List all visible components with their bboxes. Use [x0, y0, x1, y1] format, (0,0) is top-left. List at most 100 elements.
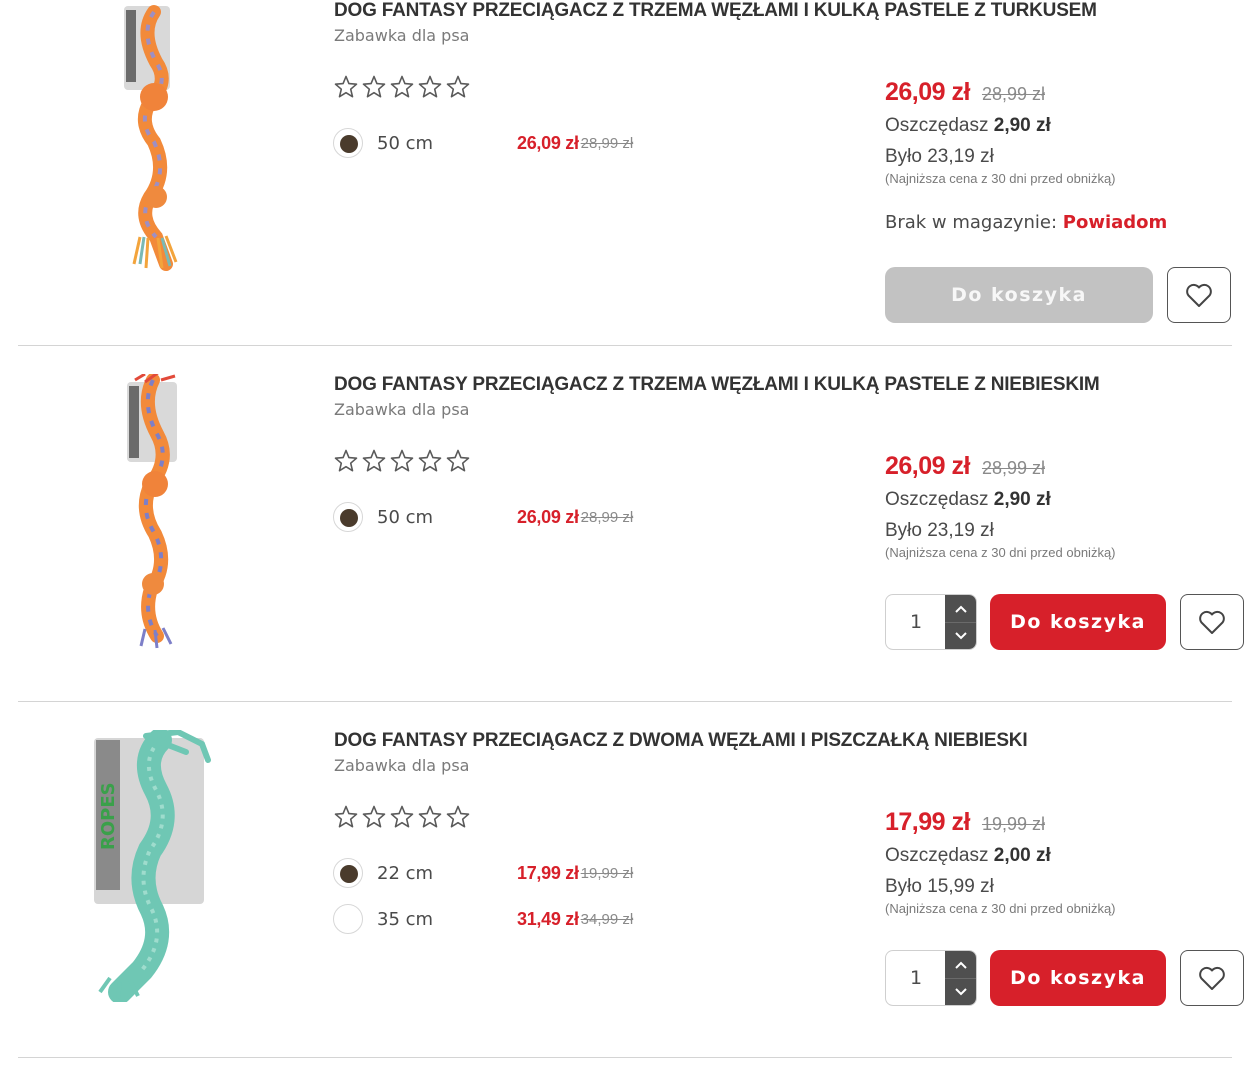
wishlist-button[interactable] [1180, 950, 1244, 1006]
variant-old-price: 28,99 zł [580, 134, 634, 152]
old-price: 19,99 zł [981, 814, 1045, 834]
variant-price: 31,49 zł [517, 908, 579, 929]
product-card: ROPES DOG FANTASY PRZECIĄGACZ Z DWOMA WĘ… [0, 702, 1250, 1058]
quantity-decrease-button[interactable] [945, 622, 976, 649]
savings-value: 2,90 zł [993, 115, 1051, 136]
quantity-input[interactable] [886, 595, 946, 649]
rating-stars[interactable] [333, 74, 471, 100]
current-price: 26,09 zł [885, 78, 970, 106]
savings-text: Oszczędasz 2,00 zł [885, 845, 1245, 867]
star-outline-icon[interactable] [361, 448, 387, 474]
variant-size: 50 cm [377, 132, 434, 154]
star-outline-icon[interactable] [417, 74, 443, 100]
variant-radio[interactable] [333, 502, 363, 532]
variant-radio[interactable] [333, 128, 363, 158]
savings-text: Oszczędasz 2,90 zł [885, 489, 1245, 511]
previous-price: Było 23,19 zł [885, 146, 994, 167]
quantity-decrease-button[interactable] [945, 978, 976, 1005]
previous-price: Było 15,99 zł [885, 876, 994, 897]
heart-outline-icon [1186, 283, 1212, 307]
chevron-up-icon [955, 605, 967, 613]
savings-value: 2,90 zł [993, 489, 1051, 510]
star-outline-icon[interactable] [333, 74, 359, 100]
star-outline-icon[interactable] [417, 804, 443, 830]
add-to-cart-button[interactable]: Do koszyka [990, 950, 1166, 1006]
variant-price: 26,09 zł [517, 506, 579, 527]
heart-outline-icon [1199, 610, 1225, 634]
variant-option[interactable]: 50 cm 26,09 zł 28,99 zł [333, 126, 693, 160]
variant-option[interactable]: 35 cm 31,49 zł 34,99 zł [333, 902, 693, 936]
variant-price: 17,99 zł [517, 862, 579, 883]
star-outline-icon[interactable] [389, 448, 415, 474]
chevron-up-icon [955, 961, 967, 969]
variant-price: 26,09 zł [517, 132, 579, 153]
stock-status: Brak w magazynie: Powiadom [885, 212, 1245, 233]
quantity-increase-button[interactable] [945, 951, 976, 978]
variant-old-price: 28,99 zł [580, 508, 634, 526]
product-title[interactable]: DOG FANTASY PRZECIĄGACZ Z TRZEMA WĘZŁAMI… [334, 0, 1097, 22]
star-outline-icon[interactable] [445, 74, 471, 100]
variant-old-price: 34,99 zł [580, 910, 634, 928]
price-block: 17,99 zł 19,99 zł Oszczędasz 2,00 zł Było… [885, 808, 1245, 916]
variant-option[interactable]: 22 cm 17,99 zł 19,99 zł [333, 856, 693, 890]
variant-radio[interactable] [333, 858, 363, 888]
chevron-down-icon [955, 988, 967, 996]
savings-label: Oszczędasz [885, 115, 989, 136]
product-title[interactable]: DOG FANTASY PRZECIĄGACZ Z TRZEMA WĘZŁAMI… [334, 374, 1100, 396]
quantity-input[interactable] [886, 951, 946, 1005]
current-price: 17,99 zł [885, 808, 970, 836]
savings-label: Oszczędasz [885, 489, 989, 510]
star-outline-icon[interactable] [445, 448, 471, 474]
star-outline-icon[interactable] [333, 804, 359, 830]
lowest-price-note: (Najniższa cena z 30 dni przed obniżką) [885, 901, 1116, 916]
chevron-down-icon [955, 632, 967, 640]
variant-size: 22 cm [377, 862, 434, 884]
lowest-price-note: (Najniższa cena z 30 dni przed obniżką) [885, 545, 1116, 560]
product-subtitle: Zabawka dla psa [334, 400, 470, 419]
svg-text:ROPES: ROPES [98, 782, 119, 850]
add-to-cart-button[interactable]: Do koszyka [885, 267, 1153, 323]
notify-link[interactable]: Powiadom [1063, 212, 1168, 233]
variant-option[interactable]: 50 cm 26,09 zł 28,99 zł [333, 500, 693, 534]
divider [18, 1057, 1232, 1058]
star-outline-icon[interactable] [361, 74, 387, 100]
current-price: 26,09 zł [885, 452, 970, 480]
savings-text: Oszczędasz 2,90 zł [885, 115, 1245, 137]
variant-size: 50 cm [377, 506, 434, 528]
quantity-increase-button[interactable] [945, 595, 976, 622]
product-image[interactable]: ROPES [90, 730, 220, 1002]
product-subtitle: Zabawka dla psa [334, 756, 470, 775]
star-outline-icon[interactable] [417, 448, 443, 474]
lowest-price-note: (Najniższa cena z 30 dni przed obniżką) [885, 171, 1116, 186]
wishlist-button[interactable] [1180, 594, 1244, 650]
product-card: DOG FANTASY PRZECIĄGACZ Z TRZEMA WĘZŁAMI… [0, 0, 1250, 346]
product-title[interactable]: DOG FANTASY PRZECIĄGACZ Z DWOMA WĘZŁAMI … [334, 730, 1028, 752]
product-image[interactable] [115, 374, 195, 649]
variant-radio[interactable] [333, 904, 363, 934]
variant-size: 35 cm [377, 908, 434, 930]
star-outline-icon[interactable] [333, 448, 359, 474]
old-price: 28,99 zł [981, 84, 1045, 104]
variant-old-price: 19,99 zł [580, 864, 634, 882]
star-outline-icon[interactable] [445, 804, 471, 830]
stock-label: Brak w magazynie: [885, 212, 1058, 233]
wishlist-button[interactable] [1167, 267, 1231, 323]
star-outline-icon[interactable] [361, 804, 387, 830]
rating-stars[interactable] [333, 448, 471, 474]
previous-price: Było 23,19 zł [885, 520, 994, 541]
old-price: 28,99 zł [981, 458, 1045, 478]
rating-stars[interactable] [333, 804, 471, 830]
savings-label: Oszczędasz [885, 845, 989, 866]
price-block: 26,09 zł 28,99 zł Oszczędasz 2,90 zł Było… [885, 452, 1245, 560]
savings-value: 2,00 zł [993, 845, 1051, 866]
star-outline-icon[interactable] [389, 804, 415, 830]
product-card: DOG FANTASY PRZECIĄGACZ Z TRZEMA WĘZŁAMI… [0, 346, 1250, 702]
heart-outline-icon [1199, 966, 1225, 990]
product-image[interactable] [110, 2, 200, 272]
quantity-stepper[interactable] [885, 950, 977, 1006]
quantity-stepper[interactable] [885, 594, 977, 650]
price-block: 26,09 zł 28,99 zł Oszczędasz 2,90 zł Było… [885, 78, 1245, 233]
add-to-cart-button[interactable]: Do koszyka [990, 594, 1166, 650]
product-subtitle: Zabawka dla psa [334, 26, 470, 45]
star-outline-icon[interactable] [389, 74, 415, 100]
